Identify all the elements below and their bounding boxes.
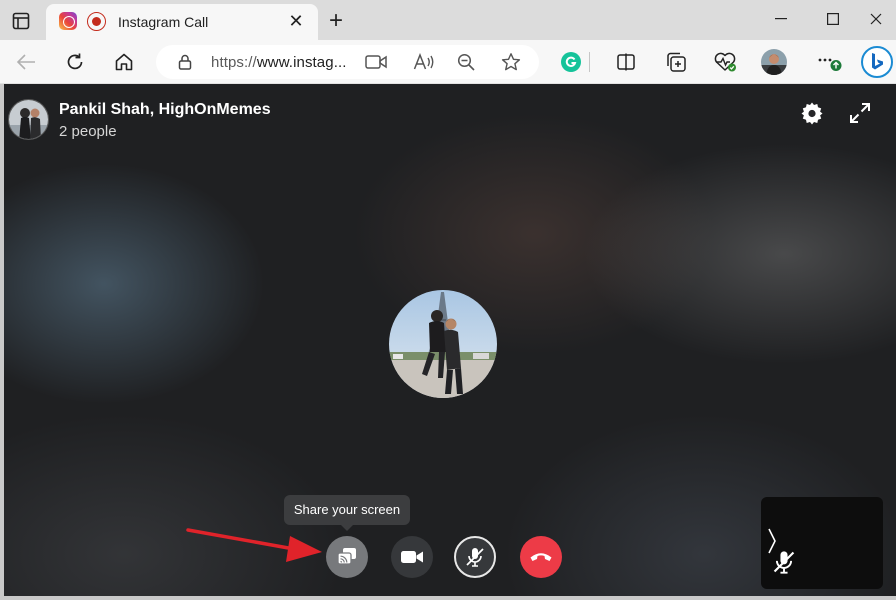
self-mic-muted-icon — [773, 551, 795, 574]
zoom-out-icon[interactable] — [454, 50, 478, 74]
split-screen-icon[interactable] — [612, 48, 640, 76]
call-participants: Pankil Shah, HighOnMemes — [59, 101, 271, 118]
tab-actions-icon[interactable] — [8, 8, 34, 34]
refresh-icon[interactable] — [61, 48, 89, 76]
video-camera-icon — [401, 551, 423, 563]
share-screen-icon — [337, 548, 356, 565]
fullscreen-expand-icon[interactable] — [847, 100, 873, 126]
more-icon[interactable] — [815, 48, 843, 76]
close-tab-icon[interactable]: ✕ — [286, 12, 306, 32]
read-aloud-icon[interactable] — [412, 50, 436, 74]
minimize-button[interactable] — [758, 4, 804, 34]
url-protocol: https:// — [211, 54, 257, 71]
self-view-tile[interactable] — [761, 497, 883, 589]
hang-up-icon — [530, 553, 552, 561]
tab-bar: Instagram Call ✕ + — [0, 0, 896, 40]
tab-instagram-call[interactable]: Instagram Call ✕ — [46, 4, 318, 40]
profile-avatar[interactable] — [760, 48, 788, 76]
mic-muted-icon — [466, 548, 484, 567]
back-icon[interactable] — [12, 48, 40, 76]
share-screen-tooltip: Share your screen — [284, 495, 410, 531]
record-icon — [87, 12, 106, 31]
mic-button[interactable] — [454, 536, 496, 578]
instagram-icon — [59, 12, 77, 30]
bing-icon[interactable] — [860, 45, 894, 79]
people-count: 2 people — [59, 123, 117, 140]
address-bar[interactable]: https://www.instag... — [156, 45, 539, 79]
camera-icon[interactable] — [364, 50, 388, 74]
share-screen-button[interactable] — [326, 536, 368, 578]
settings-gear-icon[interactable] — [799, 100, 825, 126]
maximize-button[interactable] — [810, 4, 856, 34]
participant-avatar — [389, 290, 497, 398]
tab-title: Instagram Call — [118, 14, 209, 30]
end-call-button[interactable] — [520, 536, 562, 578]
call-view: Pankil Shah, HighOnMemes 2 people Share … — [4, 84, 896, 596]
window-bottom-border — [0, 596, 896, 600]
url-domain: www.instag... — [256, 54, 347, 71]
lock-icon[interactable] — [173, 50, 197, 74]
group-avatar — [8, 99, 49, 140]
annotation-arrow-icon — [186, 528, 322, 562]
browser-toolbar: https://www.instag... — [0, 40, 896, 84]
toolbar-divider — [586, 48, 594, 76]
close-window-button[interactable] — [856, 4, 896, 34]
new-tab-button[interactable]: + — [322, 8, 350, 36]
url-text: https://www.instag... — [211, 54, 347, 71]
collections-icon[interactable] — [662, 48, 690, 76]
browser-essentials-icon[interactable] — [711, 48, 739, 76]
home-icon[interactable] — [110, 48, 138, 76]
video-button[interactable] — [391, 536, 433, 578]
favorite-star-icon[interactable] — [499, 50, 523, 74]
grammarly-icon[interactable] — [557, 48, 585, 76]
